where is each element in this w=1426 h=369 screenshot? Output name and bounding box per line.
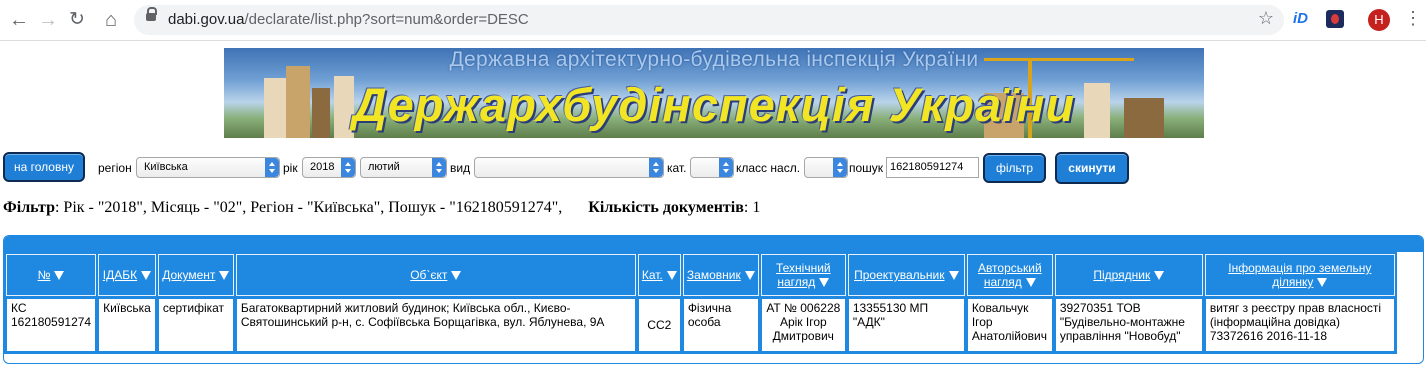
class-select[interactable]: [804, 157, 848, 178]
results-table: № ІДАБК Документ Об`єкт Кат. Замовник Те…: [4, 252, 1397, 354]
table-row: КС 162180591274 Київська сертифікат Бага…: [6, 298, 1395, 352]
column-header-land-info[interactable]: Інформація про земельну ділянку: [1204, 254, 1395, 296]
column-header-category[interactable]: Кат.: [637, 254, 681, 296]
column-header-number[interactable]: №: [6, 254, 97, 296]
bookmark-star-icon[interactable]: ☆: [1258, 8, 1274, 29]
type-select[interactable]: [474, 157, 664, 178]
extension-icon[interactable]: [1326, 10, 1344, 28]
sort-arrow-icon: [744, 271, 755, 281]
sort-arrow-icon: [54, 271, 65, 281]
home-button[interactable]: на головну: [3, 152, 85, 182]
home-icon[interactable]: ⌂: [99, 8, 123, 32]
cell-object: Багатоквартирний житловий будинок; Київс…: [235, 298, 636, 352]
filter-summary: Фільтр: Рік - "2018", Місяць - "02", Рег…: [3, 199, 760, 217]
sort-arrow-icon: [141, 271, 152, 281]
cell-designer: 13355130 МП "АДК": [847, 298, 965, 352]
address-bar[interactable]: dabi.gov.ua/declarate/list.php?sort=num&…: [134, 5, 1284, 35]
extension-id-icon[interactable]: iD: [1293, 10, 1308, 27]
column-header-customer[interactable]: Замовник: [682, 254, 759, 296]
url-path: /declarate/list.php?sort=num&order=DESC: [244, 11, 529, 28]
month-select-value: лютий: [368, 161, 400, 173]
url-host: dabi.gov.ua: [168, 11, 245, 28]
type-label: вид: [450, 161, 471, 175]
cell-tech-supervision: АТ № 006228 Арік Ігор Дмитрович: [760, 298, 846, 352]
select-arrows-icon: [719, 158, 733, 177]
cell-category: СС2: [637, 298, 681, 352]
column-header-idabk[interactable]: ІДАБК: [98, 254, 156, 296]
region-label: регіон: [98, 161, 132, 175]
year-select[interactable]: 2018: [302, 157, 356, 178]
sort-arrow-icon: [1025, 278, 1036, 288]
sort-arrow-icon: [819, 278, 830, 288]
search-input-value: 162180591274: [890, 161, 964, 173]
sort-arrow-icon: [666, 271, 677, 281]
column-header-tech-supervision[interactable]: Технічний нагляд: [760, 254, 846, 296]
column-header-contractor[interactable]: Підрядник: [1054, 254, 1203, 296]
class-label: класс насл.: [736, 161, 801, 175]
select-arrows-icon: [265, 158, 279, 177]
cell-land-info: витяг з реєстру прав власності (інформац…: [1204, 298, 1395, 352]
reload-icon[interactable]: ↻: [65, 8, 89, 32]
year-label: рік: [283, 161, 298, 175]
filter-button[interactable]: фільтр: [983, 153, 1046, 183]
cell-document: сертифікат: [157, 298, 234, 352]
document-count-value: : 1: [743, 199, 761, 216]
site-banner: Державна архітектурно-будівельна інспекц…: [224, 48, 1204, 138]
select-arrows-icon: [833, 158, 847, 177]
column-header-author-supervision[interactable]: Авторський нагляд: [966, 254, 1053, 296]
document-count-label: Кількість документів: [588, 199, 744, 216]
filter-summary-text: : Рік - "2018", Місяць - "02", Регіон - …: [54, 199, 563, 216]
column-header-object[interactable]: Об`єкт: [235, 254, 636, 296]
banner-title: Держархбудінспекція України: [352, 78, 1076, 131]
banner-subtitle: Державна архітектурно-будівельна інспекц…: [449, 48, 979, 71]
select-arrows-icon: [649, 158, 663, 177]
region-select[interactable]: Київська: [136, 157, 280, 178]
sort-arrow-icon: [948, 271, 959, 281]
sort-arrow-icon: [1154, 271, 1165, 281]
sort-arrow-icon: [1317, 278, 1328, 288]
reset-button[interactable]: скинути: [1055, 152, 1129, 184]
table-header-row: № ІДАБК Документ Об`єкт Кат. Замовник Те…: [6, 254, 1395, 296]
category-label: кат.: [667, 161, 687, 175]
cell-idabk: Київська: [98, 298, 156, 352]
cell-contractor: 39270351 ТОВ "Будівельно-монтажне управл…: [1054, 298, 1203, 352]
search-input[interactable]: 162180591274: [886, 157, 979, 178]
url-text[interactable]: dabi.gov.ua/declarate/list.php?sort=num&…: [168, 11, 529, 28]
year-select-value: 2018: [310, 161, 335, 173]
filter-summary-label: Фільтр: [3, 199, 55, 216]
lock-icon: [146, 7, 157, 21]
forward-icon[interactable]: →: [36, 8, 60, 32]
profile-avatar[interactable]: H: [1368, 9, 1390, 31]
search-label: пошук: [849, 161, 884, 175]
browser-toolbar: ← → ↻ ⌂ dabi.gov.ua/declarate/list.php?s…: [0, 0, 1426, 41]
sort-arrow-icon: [451, 271, 462, 281]
category-select[interactable]: [690, 157, 734, 178]
more-menu-icon[interactable]: ⋮: [1404, 8, 1422, 29]
sort-arrow-icon: [219, 271, 230, 281]
column-header-document[interactable]: Документ: [157, 254, 234, 296]
results-table-frame: № ІДАБК Документ Об`єкт Кат. Замовник Те…: [3, 235, 1424, 364]
table-top-bar: [4, 236, 1423, 252]
cell-customer: Фізична особа: [682, 298, 759, 352]
cell-number: КС 162180591274: [6, 298, 97, 352]
cell-author-supervision: Ковальчук Ігор Анатолійович: [966, 298, 1053, 352]
column-header-designer[interactable]: Проектувальник: [847, 254, 965, 296]
month-select[interactable]: лютий: [360, 157, 447, 178]
back-icon[interactable]: ←: [7, 8, 31, 32]
select-arrows-icon: [432, 158, 446, 177]
region-select-value: Київська: [144, 161, 188, 173]
select-arrows-icon: [341, 158, 355, 177]
